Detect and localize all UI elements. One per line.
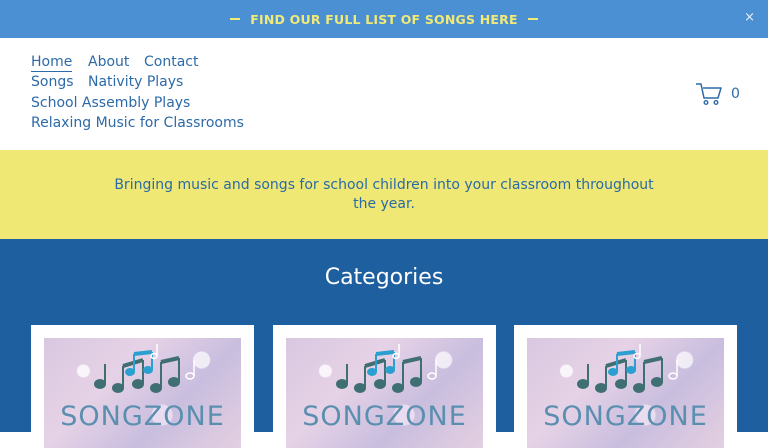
nav-school-assembly-plays[interactable]: School Assembly Plays (31, 95, 190, 111)
close-icon[interactable]: × (744, 11, 755, 24)
dash-right (527, 18, 538, 20)
announcement-link[interactable]: FIND OUR FULL LIST OF SONGS HERE (230, 11, 538, 27)
tagline-text: Bringing music and songs for school chil… (114, 176, 654, 212)
songzone-logo: SONGZONE (60, 401, 225, 432)
category-card[interactable]: SONGZONE (514, 325, 737, 448)
nav-songs[interactable]: Songs (31, 74, 74, 90)
categories-section: Categories SONGZONE SONGZONE SONGZONE (0, 239, 768, 448)
cart-button[interactable]: 0 (695, 82, 740, 106)
announcement-bar: FIND OUR FULL LIST OF SONGS HERE × (0, 0, 768, 38)
nav-contact[interactable]: Contact (144, 54, 198, 70)
dash-left (230, 18, 241, 20)
announcement-text: FIND OUR FULL LIST OF SONGS HERE (250, 11, 518, 27)
music-notes-icon (94, 344, 195, 393)
category-card[interactable]: SONGZONE (273, 325, 496, 448)
categories-title: Categories (324, 265, 444, 290)
nav-about[interactable]: About (88, 54, 129, 70)
nav-nativity-plays[interactable]: Nativity Plays (88, 74, 183, 90)
nav-relaxing-music[interactable]: Relaxing Music for Classrooms (31, 115, 244, 131)
site-header: Home About Contact Songs Nativity Plays … (0, 38, 768, 150)
songzone-logo: SONGZONE (302, 401, 467, 432)
cart-icon (696, 83, 722, 106)
music-notes-icon (577, 344, 678, 393)
music-notes-icon (336, 344, 437, 393)
nav-home[interactable]: Home (31, 54, 73, 72)
songzone-logo: SONGZONE (543, 401, 708, 432)
category-card[interactable]: SONGZONE (31, 325, 254, 448)
cart-count: 0 (731, 86, 740, 102)
tagline-banner: Bringing music and songs for school chil… (0, 150, 768, 239)
